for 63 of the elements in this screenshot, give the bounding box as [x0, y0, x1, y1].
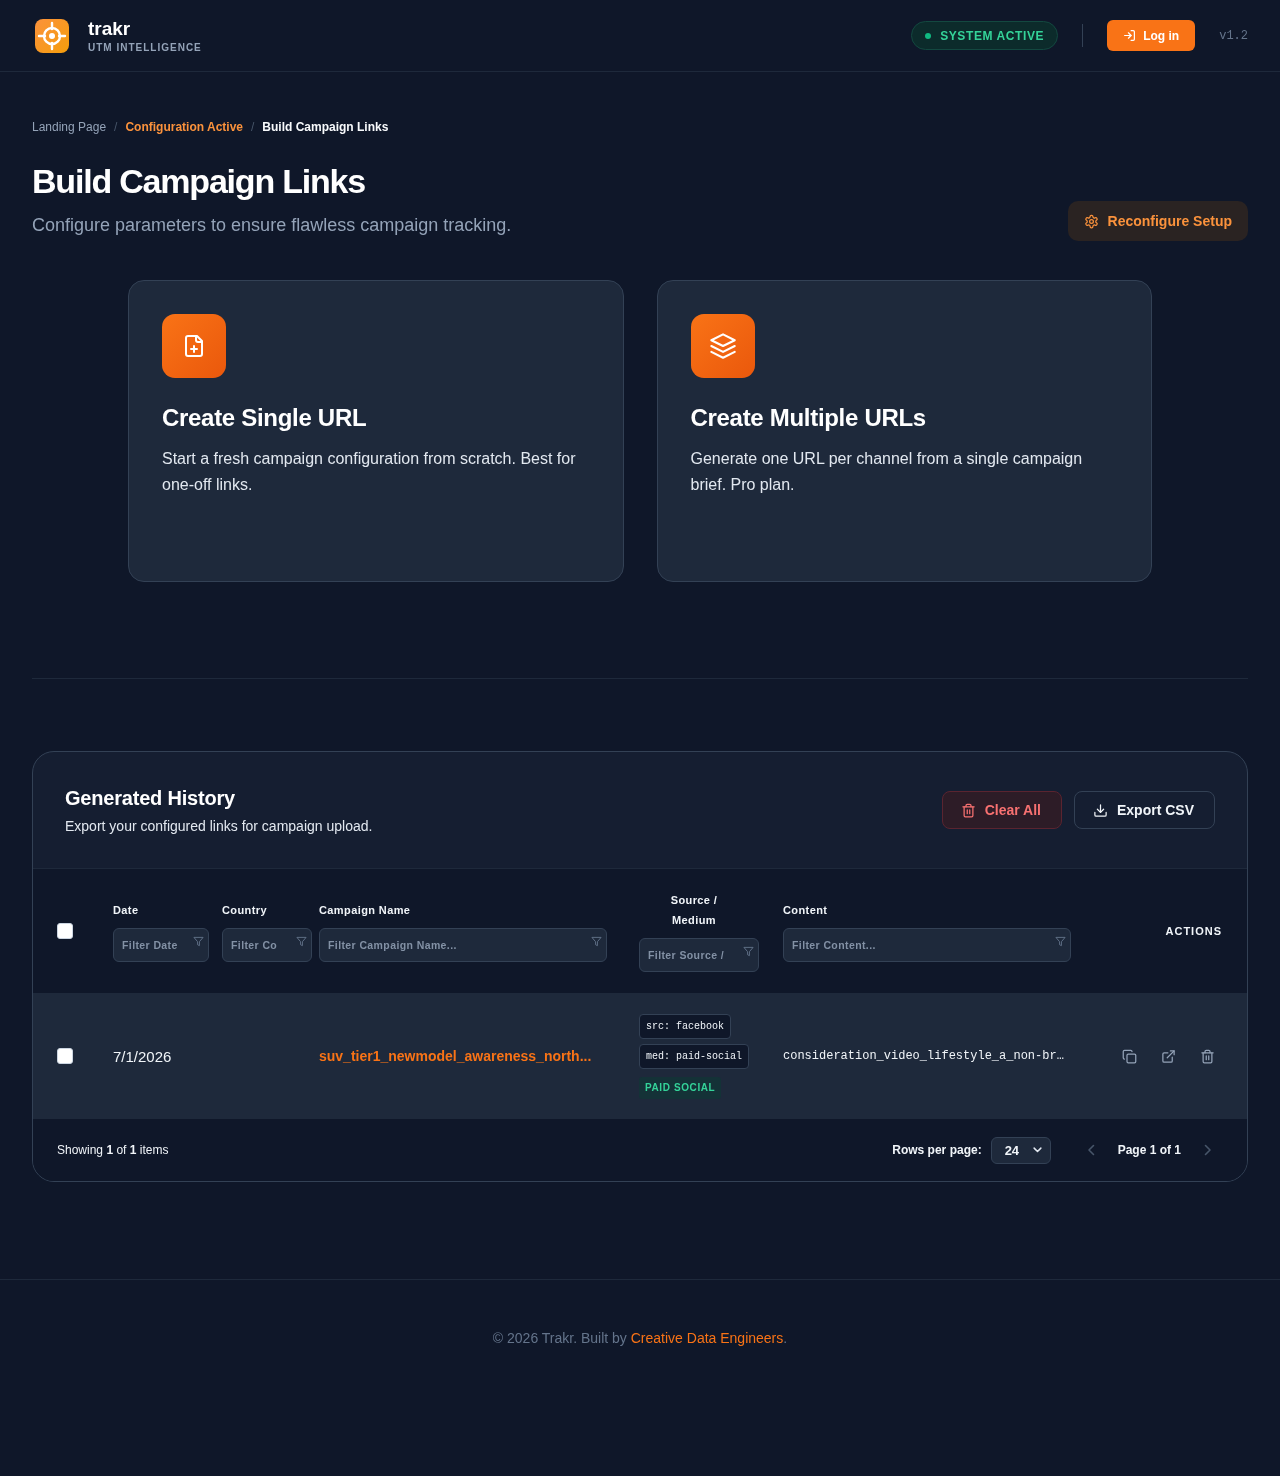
filter-field[interactable]: Filter Source /: [639, 938, 759, 972]
panel-subtitle: Export your configured links for campaign upload.: [65, 817, 373, 836]
campaign-name-link[interactable]: suv_tier1_newmodel_awareness_north...: [319, 1048, 592, 1064]
content-cell: consideration_video_lifestyle_a_non-br…: [783, 1049, 1064, 1063]
filter-icon: [193, 936, 204, 947]
version-label: v1.2: [1219, 28, 1248, 43]
status-dot-icon: [925, 32, 932, 39]
panel-title: Generated History: [65, 786, 236, 811]
filter-field[interactable]: Filter Co: [222, 928, 312, 962]
copyright-text: © 2026 Trakr. Built by Creative Data Engineers.: [491, 1329, 789, 1348]
status-badge: SYSTEM ACTIVE: [911, 21, 1059, 50]
crosshair-logo-icon: [35, 18, 69, 53]
clear-all-button[interactable]: Clear All: [941, 791, 1062, 829]
settings-icon: [1083, 213, 1099, 229]
card-title: Create Single URL: [162, 403, 368, 433]
filter-field[interactable]: Filter Date: [113, 928, 209, 962]
copy-icon[interactable]: [1122, 1048, 1137, 1064]
rows-per-page-select[interactable]: 24: [990, 1136, 1051, 1164]
page-subtitle: Configure parameters to ensure flawless campaign tracking.: [32, 214, 512, 237]
row-checkbox[interactable]: [57, 1048, 73, 1064]
layers-icon: [690, 314, 755, 378]
column-header: Date: [113, 903, 139, 918]
filter-icon: [743, 946, 754, 957]
channel-badge: PAID SOCIAL: [639, 1076, 722, 1099]
breadcrumb-separator: /: [251, 119, 255, 135]
option-card[interactable]: Create Single URL Start a fresh campaign configuration from scratch. Best for one-off links.: [128, 280, 624, 582]
external-link-icon[interactable]: [1161, 1048, 1176, 1064]
items-count-text: Showing 1 of 1 items: [57, 1143, 169, 1157]
card-description: Generate one URL per channel from a single campaign brief. Pro plan.: [690, 449, 1084, 495]
medium-tag: med: paid-social: [639, 1043, 749, 1069]
breadcrumb-link[interactable]: Configuration Active: [125, 119, 243, 135]
trash-icon: [960, 802, 976, 818]
reconfigure-button[interactable]: Reconfigure Setup: [1067, 201, 1248, 241]
source-tag: src: facebook: [639, 1013, 731, 1039]
file-plus-icon: [162, 314, 226, 378]
breadcrumb-separator: /: [114, 119, 118, 135]
column-header: Campaign Name: [319, 903, 411, 918]
select-all-checkbox[interactable]: [57, 923, 73, 939]
column-header: ACTIONS: [1165, 924, 1222, 939]
option-card[interactable]: Create Multiple URLs Generate one URL per channel from a single campaign brief. Pro plan.: [656, 280, 1152, 582]
column-header: Content: [783, 903, 828, 918]
brand-name: trakr: [88, 17, 132, 40]
rows-per-page-label: Rows per page:: [892, 1143, 982, 1157]
export-button[interactable]: Export CSV: [1074, 791, 1215, 829]
filter-field[interactable]: Filter Campaign Name...: [319, 928, 607, 962]
column-header: Source / Medium: [669, 893, 719, 928]
page-title: Build Campaign Links: [32, 161, 367, 201]
filter-icon: [296, 936, 307, 947]
filter-icon: [1055, 936, 1066, 947]
filter-field[interactable]: Filter Content...: [783, 928, 1071, 962]
brand-tagline: UTM INTELLIGENCE: [88, 41, 202, 54]
card-title: Create Multiple URLs: [690, 403, 927, 433]
page-indicator: Page 1 of 1: [1117, 1143, 1181, 1157]
card-description: Start a fresh campaign configuration from scratch. Best for one-off links.: [162, 449, 577, 495]
download-icon: [1093, 802, 1108, 818]
login-icon: [1123, 29, 1137, 42]
column-header: Country: [222, 903, 267, 918]
breadcrumb-link[interactable]: Landing Page: [32, 119, 107, 135]
filter-icon: [591, 936, 602, 947]
date-cell: 7/1/2026: [113, 1047, 172, 1065]
breadcrumb-current: Build Campaign Links: [262, 119, 389, 135]
chevron-down-icon: [1032, 1147, 1042, 1153]
trash-icon[interactable]: [1200, 1048, 1215, 1064]
